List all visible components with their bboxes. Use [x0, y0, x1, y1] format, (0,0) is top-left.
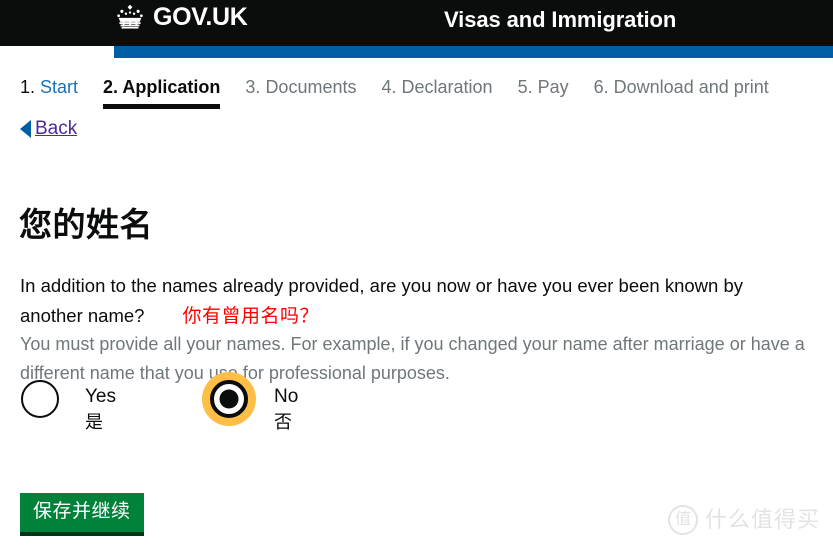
step-number: 6. [593, 77, 609, 97]
radio-no-label-en: No [274, 386, 299, 407]
step-number: 4. [381, 77, 397, 97]
crown-icon [117, 4, 143, 29]
radio-circle-icon [21, 380, 59, 418]
radio-no-control[interactable] [202, 372, 264, 430]
back-link-label: Back [35, 118, 78, 139]
step-label: Declaration [401, 77, 493, 97]
radio-yes-label-en: Yes [85, 386, 116, 407]
question-text-english: In addition to the names already provide… [20, 274, 743, 326]
step-label: Start [40, 77, 79, 97]
radio-option-yes[interactable]: Yes 是 [19, 378, 116, 435]
page-title: 您的姓名 [19, 206, 153, 244]
radio-yes-labels: Yes 是 [85, 378, 116, 435]
step-number: 3. [245, 77, 261, 97]
watermark-badge-icon: 值 [668, 505, 698, 535]
watermark: 值 什么值得买 [668, 505, 820, 535]
radio-no-label-cn: 否 [274, 412, 292, 432]
step-1-start[interactable]: 1. Start [20, 74, 78, 109]
site-header: GOV.UK Visas and Immigration [0, 0, 833, 46]
step-6-download-and-print[interactable]: 6. Download and print [594, 74, 769, 109]
watermark-text: 什么值得买 [705, 507, 821, 532]
brand-name: GOV.UK [153, 2, 248, 31]
step-nav: 1. Start 2. Application 3. Documents 4. … [20, 74, 769, 109]
radio-option-no[interactable]: No 否 [202, 372, 298, 435]
question-text: In addition to the names already provide… [20, 271, 810, 332]
triangle-left-icon [20, 120, 31, 139]
step-3-documents[interactable]: 3. Documents [245, 74, 356, 109]
radio-no-labels: No 否 [274, 378, 298, 435]
step-label: Application [122, 77, 221, 97]
step-label: Documents [265, 77, 357, 97]
step-number: 1. [20, 77, 36, 97]
radio-dot-icon [219, 389, 239, 409]
save-and-continue-button[interactable]: 保存并继续 [20, 493, 144, 536]
known-by-another-name-radio-group: Yes 是 No 否 [19, 372, 298, 435]
radio-circle-selected-icon [210, 380, 248, 418]
header-blue-bar [114, 46, 833, 58]
step-5-pay[interactable]: 5. Pay [518, 74, 569, 109]
step-4-declaration[interactable]: 4. Declaration [381, 74, 492, 109]
step-2-application[interactable]: 2. Application [103, 74, 221, 109]
step-label: Download and print [613, 77, 769, 97]
step-number: 2. [103, 77, 119, 97]
step-label: Pay [537, 77, 569, 97]
radio-yes-control[interactable] [19, 378, 75, 430]
govuk-logo[interactable]: GOV.UK [114, 4, 248, 30]
back-link[interactable]: Back [20, 118, 77, 141]
radio-yes-label-cn: 是 [85, 412, 103, 432]
service-title: Visas and Immigration [444, 7, 677, 32]
question-annotation-chinese: 你有曾用名吗？ [182, 305, 319, 327]
step-number: 5. [517, 77, 533, 97]
